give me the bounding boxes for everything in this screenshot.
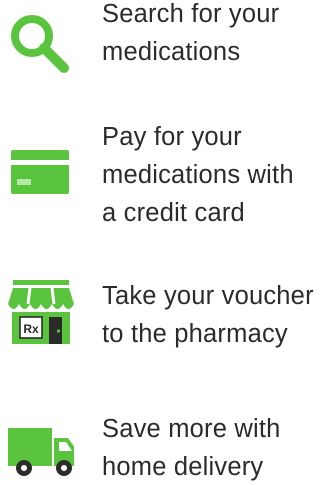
steps-list: Search for your medications Pay for your… [0,0,331,485]
store-sign-label: Rx [23,322,39,336]
step-text: Take your voucher to the pharmacy [102,282,314,348]
search-icon [8,12,74,78]
pharmacy-store-icon: Rx [8,280,74,346]
credit-card-icon [8,144,74,210]
step-text: Save more with home delivery [102,415,281,481]
step-text: Search for your medications [102,0,280,66]
step-text: Pay for your medications with a credit c… [102,123,294,227]
delivery-truck-icon [8,420,74,485]
